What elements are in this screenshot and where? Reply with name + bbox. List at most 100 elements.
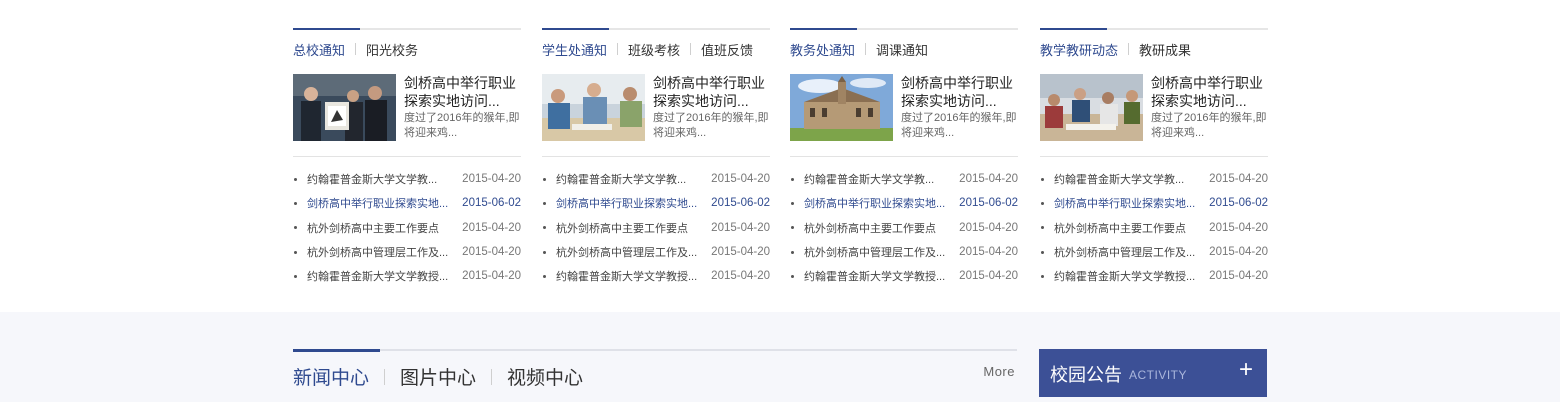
tab-video-center[interactable]: 视频中心: [507, 363, 583, 390]
divider: [1040, 156, 1268, 157]
more-link[interactable]: More: [983, 364, 1015, 379]
bullet-icon: [791, 201, 794, 205]
list-item[interactable]: 杭外剑桥高中主要工作要点 2015-04-20: [542, 216, 770, 240]
featured-thumbnail[interactable]: [1040, 74, 1143, 141]
list-item[interactable]: 剑桥高中举行职业探索实地... 2015-06-02: [1040, 191, 1268, 215]
item-date: 2015-04-20: [711, 221, 770, 234]
item-title: 约翰霍普金斯大学文学教...: [556, 174, 687, 187]
tab-divider: [355, 43, 357, 55]
list-item[interactable]: 约翰霍普金斯大学文学教授... 2015-04-20: [790, 264, 1018, 288]
tab-news-center[interactable]: 新闻中心: [293, 363, 369, 390]
featured-title[interactable]: 剑桥高中举行职业探索实地访问...: [404, 74, 521, 110]
list-item[interactable]: 杭外剑桥高中管理层工作及... 2015-04-20: [790, 240, 1018, 264]
item-title: 剑桥高中举行职业探索实地...: [804, 198, 946, 211]
featured-thumbnail[interactable]: [542, 74, 645, 141]
plus-icon[interactable]: +: [1239, 358, 1253, 382]
list-item[interactable]: 约翰霍普金斯大学文学教授... 2015-04-20: [293, 264, 521, 288]
list-item[interactable]: 约翰霍普金斯大学文学教... 2015-04-20: [790, 167, 1018, 191]
featured-thumbnail[interactable]: [293, 74, 396, 141]
item-title: 剑桥高中举行职业探索实地...: [556, 198, 698, 211]
featured-title[interactable]: 剑桥高中举行职业探索实地访问...: [653, 74, 770, 110]
featured-article: 剑桥高中举行职业探索实地访问... 度过了2016年的猴年,即将迎来鸡...: [790, 74, 1018, 141]
bullet-icon: [294, 177, 297, 181]
notice-column-3: 教务处通知 调课通知 剑桥高中举行职业探索实地访问... 度过了2016年的猴年…: [790, 28, 1018, 288]
bullet-icon: [294, 250, 297, 254]
item-date: 2015-06-02: [462, 197, 521, 210]
featured-article: 剑桥高中举行职业探索实地访问... 度过了2016年的猴年,即将迎来鸡...: [1040, 74, 1268, 141]
list-item[interactable]: 杭外剑桥高中管理层工作及... 2015-04-20: [293, 240, 521, 264]
notice-list: 约翰霍普金斯大学文学教... 2015-04-20 剑桥高中举行职业探索实地...…: [293, 167, 521, 288]
tab-duty-feedback[interactable]: 值班反馈: [701, 40, 753, 59]
list-item[interactable]: 剑桥高中举行职业探索实地... 2015-06-02: [293, 191, 521, 215]
item-date: 2015-04-20: [462, 221, 521, 234]
list-item[interactable]: 杭外剑桥高中主要工作要点 2015-04-20: [1040, 216, 1268, 240]
item-date: 2015-04-20: [959, 221, 1018, 234]
bullet-icon: [543, 177, 546, 181]
tab-research-results[interactable]: 教研成果: [1139, 40, 1191, 59]
notice-column-4: 教学教研动态 教研成果 剑桥高中举行职业探索实地访问... 度过了2016年的猴…: [1040, 28, 1268, 288]
list-item[interactable]: 杭外剑桥高中管理层工作及... 2015-04-20: [1040, 240, 1268, 264]
tab-bar: 总校通知 阳光校务: [293, 28, 521, 60]
item-title: 约翰霍普金斯大学文学教...: [307, 174, 438, 187]
item-title: 杭外剑桥高中主要工作要点: [556, 222, 688, 235]
news-panel: 新闻中心 图片中心 视频中心 More: [293, 349, 1017, 390]
bullet-icon: [543, 250, 546, 254]
campus-announcement-header: 校园公告 ACTIVITY +: [1039, 349, 1267, 397]
item-date: 2015-04-20: [462, 270, 521, 283]
bullet-icon: [543, 201, 546, 205]
list-item[interactable]: 剑桥高中举行职业探索实地... 2015-06-02: [542, 191, 770, 215]
list-item[interactable]: 约翰霍普金斯大学文学教... 2015-04-20: [293, 167, 521, 191]
news-tab-bar: 新闻中心 图片中心 视频中心 More: [293, 349, 1017, 390]
active-tab-indicator: [542, 28, 609, 30]
tab-bar: 教务处通知 调课通知: [790, 28, 1018, 60]
tab-sunshine-affairs[interactable]: 阳光校务: [366, 40, 418, 59]
featured-title[interactable]: 剑桥高中举行职业探索实地访问...: [1151, 74, 1268, 110]
list-item[interactable]: 杭外剑桥高中管理层工作及... 2015-04-20: [542, 240, 770, 264]
divider: [293, 156, 521, 157]
active-tab-indicator: [293, 28, 360, 30]
tab-class-assessment[interactable]: 班级考核: [628, 40, 680, 59]
divider: [790, 156, 1018, 157]
item-title: 杭外剑桥高中主要工作要点: [307, 222, 439, 235]
list-item[interactable]: 约翰霍普金斯大学文学教... 2015-04-20: [542, 167, 770, 191]
bullet-icon: [294, 201, 297, 205]
bullet-icon: [791, 177, 794, 181]
bullet-icon: [1041, 177, 1044, 181]
tab-divider: [690, 43, 692, 55]
item-title: 杭外剑桥高中主要工作要点: [1054, 222, 1186, 235]
tab-divider: [1128, 43, 1130, 55]
list-item[interactable]: 约翰霍普金斯大学文学教授... 2015-04-20: [542, 264, 770, 288]
bullet-icon: [1041, 201, 1044, 205]
featured-title[interactable]: 剑桥高中举行职业探索实地访问...: [901, 74, 1018, 110]
tab-photo-center[interactable]: 图片中心: [400, 363, 476, 390]
notice-column-1: 总校通知 阳光校务 剑桥高中举行职业探索实地访问... 度过了2016年的猴年,…: [293, 28, 521, 288]
featured-summary: 度过了2016年的猴年,即将迎来鸡...: [653, 112, 769, 139]
item-title: 剑桥高中举行职业探索实地...: [1054, 198, 1196, 211]
list-item[interactable]: 杭外剑桥高中主要工作要点 2015-04-20: [293, 216, 521, 240]
tab-student-office[interactable]: 学生处通知: [542, 40, 607, 59]
notice-list: 约翰霍普金斯大学文学教... 2015-04-20 剑桥高中举行职业探索实地...…: [542, 167, 770, 288]
item-title: 杭外剑桥高中管理层工作及...: [307, 247, 449, 260]
list-item[interactable]: 约翰霍普金斯大学文学教... 2015-04-20: [1040, 167, 1268, 191]
bullet-icon: [1041, 250, 1044, 254]
tab-schedule-change[interactable]: 调课通知: [876, 40, 928, 59]
tab-bar: 学生处通知 班级考核 值班反馈: [542, 28, 770, 60]
item-date: 2015-04-20: [959, 173, 1018, 186]
item-title: 剑桥高中举行职业探索实地...: [307, 198, 449, 211]
tab-divider: [491, 368, 493, 385]
featured-summary: 度过了2016年的猴年,即将迎来鸡...: [1151, 112, 1267, 139]
item-title: 杭外剑桥高中管理层工作及...: [556, 247, 698, 260]
list-item[interactable]: 杭外剑桥高中主要工作要点 2015-04-20: [790, 216, 1018, 240]
item-title: 杭外剑桥高中管理层工作及...: [804, 247, 946, 260]
featured-summary: 度过了2016年的猴年,即将迎来鸡...: [404, 112, 520, 139]
tab-school-notice[interactable]: 总校通知: [293, 40, 345, 59]
featured-thumbnail[interactable]: [790, 74, 893, 141]
tab-divider: [617, 43, 619, 55]
tab-academic-office[interactable]: 教务处通知: [790, 40, 855, 59]
item-date: 2015-04-20: [959, 270, 1018, 283]
list-item[interactable]: 剑桥高中举行职业探索实地... 2015-06-02: [790, 191, 1018, 215]
active-tab-indicator: [790, 28, 857, 30]
bullet-icon: [1041, 226, 1044, 230]
list-item[interactable]: 约翰霍普金斯大学文学教授... 2015-04-20: [1040, 264, 1268, 288]
tab-teaching-research[interactable]: 教学教研动态: [1040, 40, 1118, 59]
